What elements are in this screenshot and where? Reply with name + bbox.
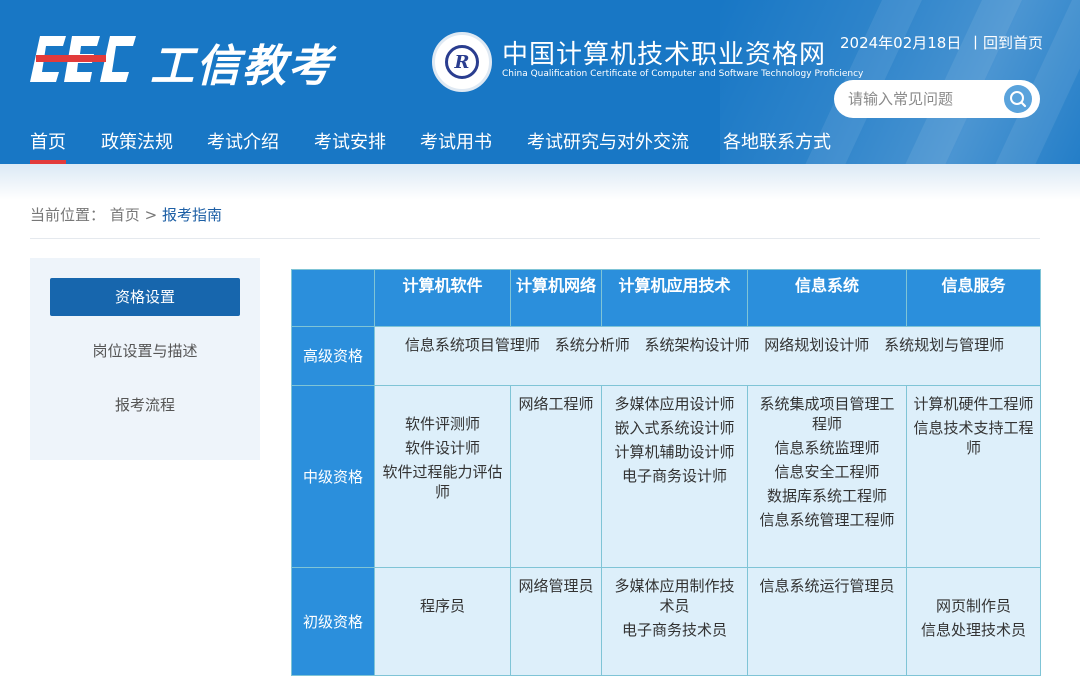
site-title: 中国计算机技术职业资格网 [502, 40, 827, 70]
qualification-item: 多媒体应用设计师 [614, 395, 735, 413]
qualification-item: 信息安全工程师 [774, 463, 880, 481]
cec-logo-icon[interactable] [30, 32, 142, 86]
qualification-item: 信息系统项目管理师 [404, 336, 540, 354]
nav-item-research[interactable]: 考试研究与对外交流 [527, 128, 689, 164]
table-header-cell: 计算机应用技术 [601, 269, 748, 327]
table-cell: 网页制作员 信息处理技术员 [906, 567, 1041, 676]
divider [30, 238, 1040, 239]
table-cell: 网络管理员 [510, 567, 602, 676]
certificate-emblem-icon: R [432, 32, 492, 92]
table-header-cell: 计算机网络 [510, 269, 602, 327]
qualification-item: 信息系统运行管理员 [759, 577, 895, 595]
table-header-cell: 计算机软件 [374, 269, 511, 327]
site-header: 工信教考 R 中国计算机技术职业资格网 China Qualification … [0, 0, 1080, 164]
breadcrumb-home[interactable]: 首页 [110, 206, 140, 224]
qualification-item: 网页制作员 [935, 597, 1011, 615]
qualification-table: 计算机软件 计算机网络 计算机应用技术 信息系统 信息服务 高级资格 信息系统项… [291, 269, 1041, 676]
row-level-label: 中级资格 [291, 385, 375, 568]
nav-item-policy[interactable]: 政策法规 [101, 128, 173, 164]
qualification-item: 软件评测师 [404, 415, 480, 433]
qualification-item: 系统规划与管理师 [884, 336, 1005, 354]
current-date: 2024年02月18日 [840, 34, 962, 52]
qualification-item: 电子商务设计师 [621, 467, 727, 485]
nav-item-contacts[interactable]: 各地联系方式 [723, 128, 831, 164]
row-level-label: 高级资格 [291, 326, 375, 386]
nav-item-exam-schedule[interactable]: 考试安排 [314, 128, 386, 164]
table-header-cell: 信息系统 [747, 269, 907, 327]
advanced-qualifications-cell: 信息系统项目管理师 系统分析师 系统架构设计师 网络规划设计师 系统规划与管理师 [374, 326, 1041, 386]
qualification-item: 系统架构设计师 [644, 336, 750, 354]
table-header-row: 计算机软件 计算机网络 计算机应用技术 信息系统 信息服务 [291, 269, 1041, 327]
qualification-item: 信息系统管理工程师 [759, 511, 895, 529]
breadcrumb-prefix: 当前位置： [30, 206, 106, 224]
nav-item-exam-intro[interactable]: 考试介绍 [207, 128, 279, 164]
table-cell: 软件评测师 软件设计师 软件过程能力评估师 [374, 385, 511, 568]
qualification-item: 信息处理技术员 [920, 621, 1026, 639]
table-cell: 网络工程师 [510, 385, 602, 568]
sidebar-item-qualification[interactable]: 资格设置 [50, 278, 240, 316]
qualification-item: 系统集成项目管理工程师 [759, 395, 895, 433]
qualification-item: 计算机辅助设计师 [614, 443, 735, 461]
qualification-item: 多媒体应用制作技术员 [614, 577, 735, 615]
table-cell: 多媒体应用制作技术员 电子商务技术员 [601, 567, 748, 676]
table-cell: 计算机硬件工程师 信息技术支持工程师 [906, 385, 1041, 568]
breadcrumb-separator: > [144, 206, 158, 224]
breadcrumb-current: 报考指南 [161, 206, 222, 224]
breadcrumb: 当前位置： 首页 > 报考指南 [30, 204, 222, 225]
qualification-item: 程序员 [419, 597, 465, 615]
qualification-item: 软件设计师 [404, 439, 480, 457]
site-subtitle: China Qualification Certificate of Compu… [502, 69, 864, 79]
nav-item-exam-books[interactable]: 考试用书 [420, 128, 492, 164]
table-cell: 程序员 [374, 567, 511, 676]
home-link[interactable]: 丨回到首页 [968, 32, 1043, 53]
search-button[interactable] [1004, 85, 1032, 113]
table-header-cell [291, 269, 375, 327]
sidebar: 资格设置 岗位设置与描述 报考流程 [30, 258, 260, 460]
table-cell: 信息系统运行管理员 [747, 567, 907, 676]
table-header-cell: 信息服务 [906, 269, 1041, 327]
nav-item-label: 首页 [30, 132, 66, 153]
qualification-item: 软件过程能力评估师 [382, 463, 503, 501]
search-box [834, 80, 1040, 118]
table-cell: 多媒体应用设计师 嵌入式系统设计师 计算机辅助设计师 电子商务设计师 [601, 385, 748, 568]
qualification-item: 网络管理员 [518, 577, 594, 595]
qualification-item: 电子商务技术员 [621, 621, 727, 639]
brand-logo-text[interactable]: 工信教考 [150, 30, 334, 94]
row-level-label: 初级资格 [291, 567, 375, 676]
nav-item-home[interactable]: 首页 [30, 128, 66, 164]
qualification-item: 信息系统监理师 [774, 439, 880, 457]
table-row: 高级资格 信息系统项目管理师 系统分析师 系统架构设计师 网络规划设计师 系统规… [291, 326, 1041, 386]
qualification-item: 系统分析师 [554, 336, 630, 354]
table-row: 初级资格 程序员 网络管理员 多媒体应用制作技术员 电子商务技术员 信息系统运行… [291, 567, 1041, 676]
qualification-item: 网络规划设计师 [764, 336, 870, 354]
sidebar-item-process[interactable]: 报考流程 [50, 386, 240, 424]
qualification-item: 数据库系统工程师 [766, 487, 887, 505]
qualification-item: 网络工程师 [518, 395, 594, 413]
header-fade-band [0, 164, 1080, 200]
qualification-item: 嵌入式系统设计师 [614, 419, 735, 437]
table-row: 中级资格 软件评测师 软件设计师 软件过程能力评估师 网络工程师 多媒体应用设计… [291, 385, 1041, 568]
table-cell: 系统集成项目管理工程师 信息系统监理师 信息安全工程师 数据库系统工程师 信息系… [747, 385, 907, 568]
qualification-item: 信息技术支持工程师 [913, 419, 1034, 457]
search-icon [1010, 91, 1027, 108]
search-input[interactable] [848, 89, 998, 109]
qualification-item: 计算机硬件工程师 [913, 395, 1034, 413]
sidebar-item-positions[interactable]: 岗位设置与描述 [50, 332, 240, 370]
